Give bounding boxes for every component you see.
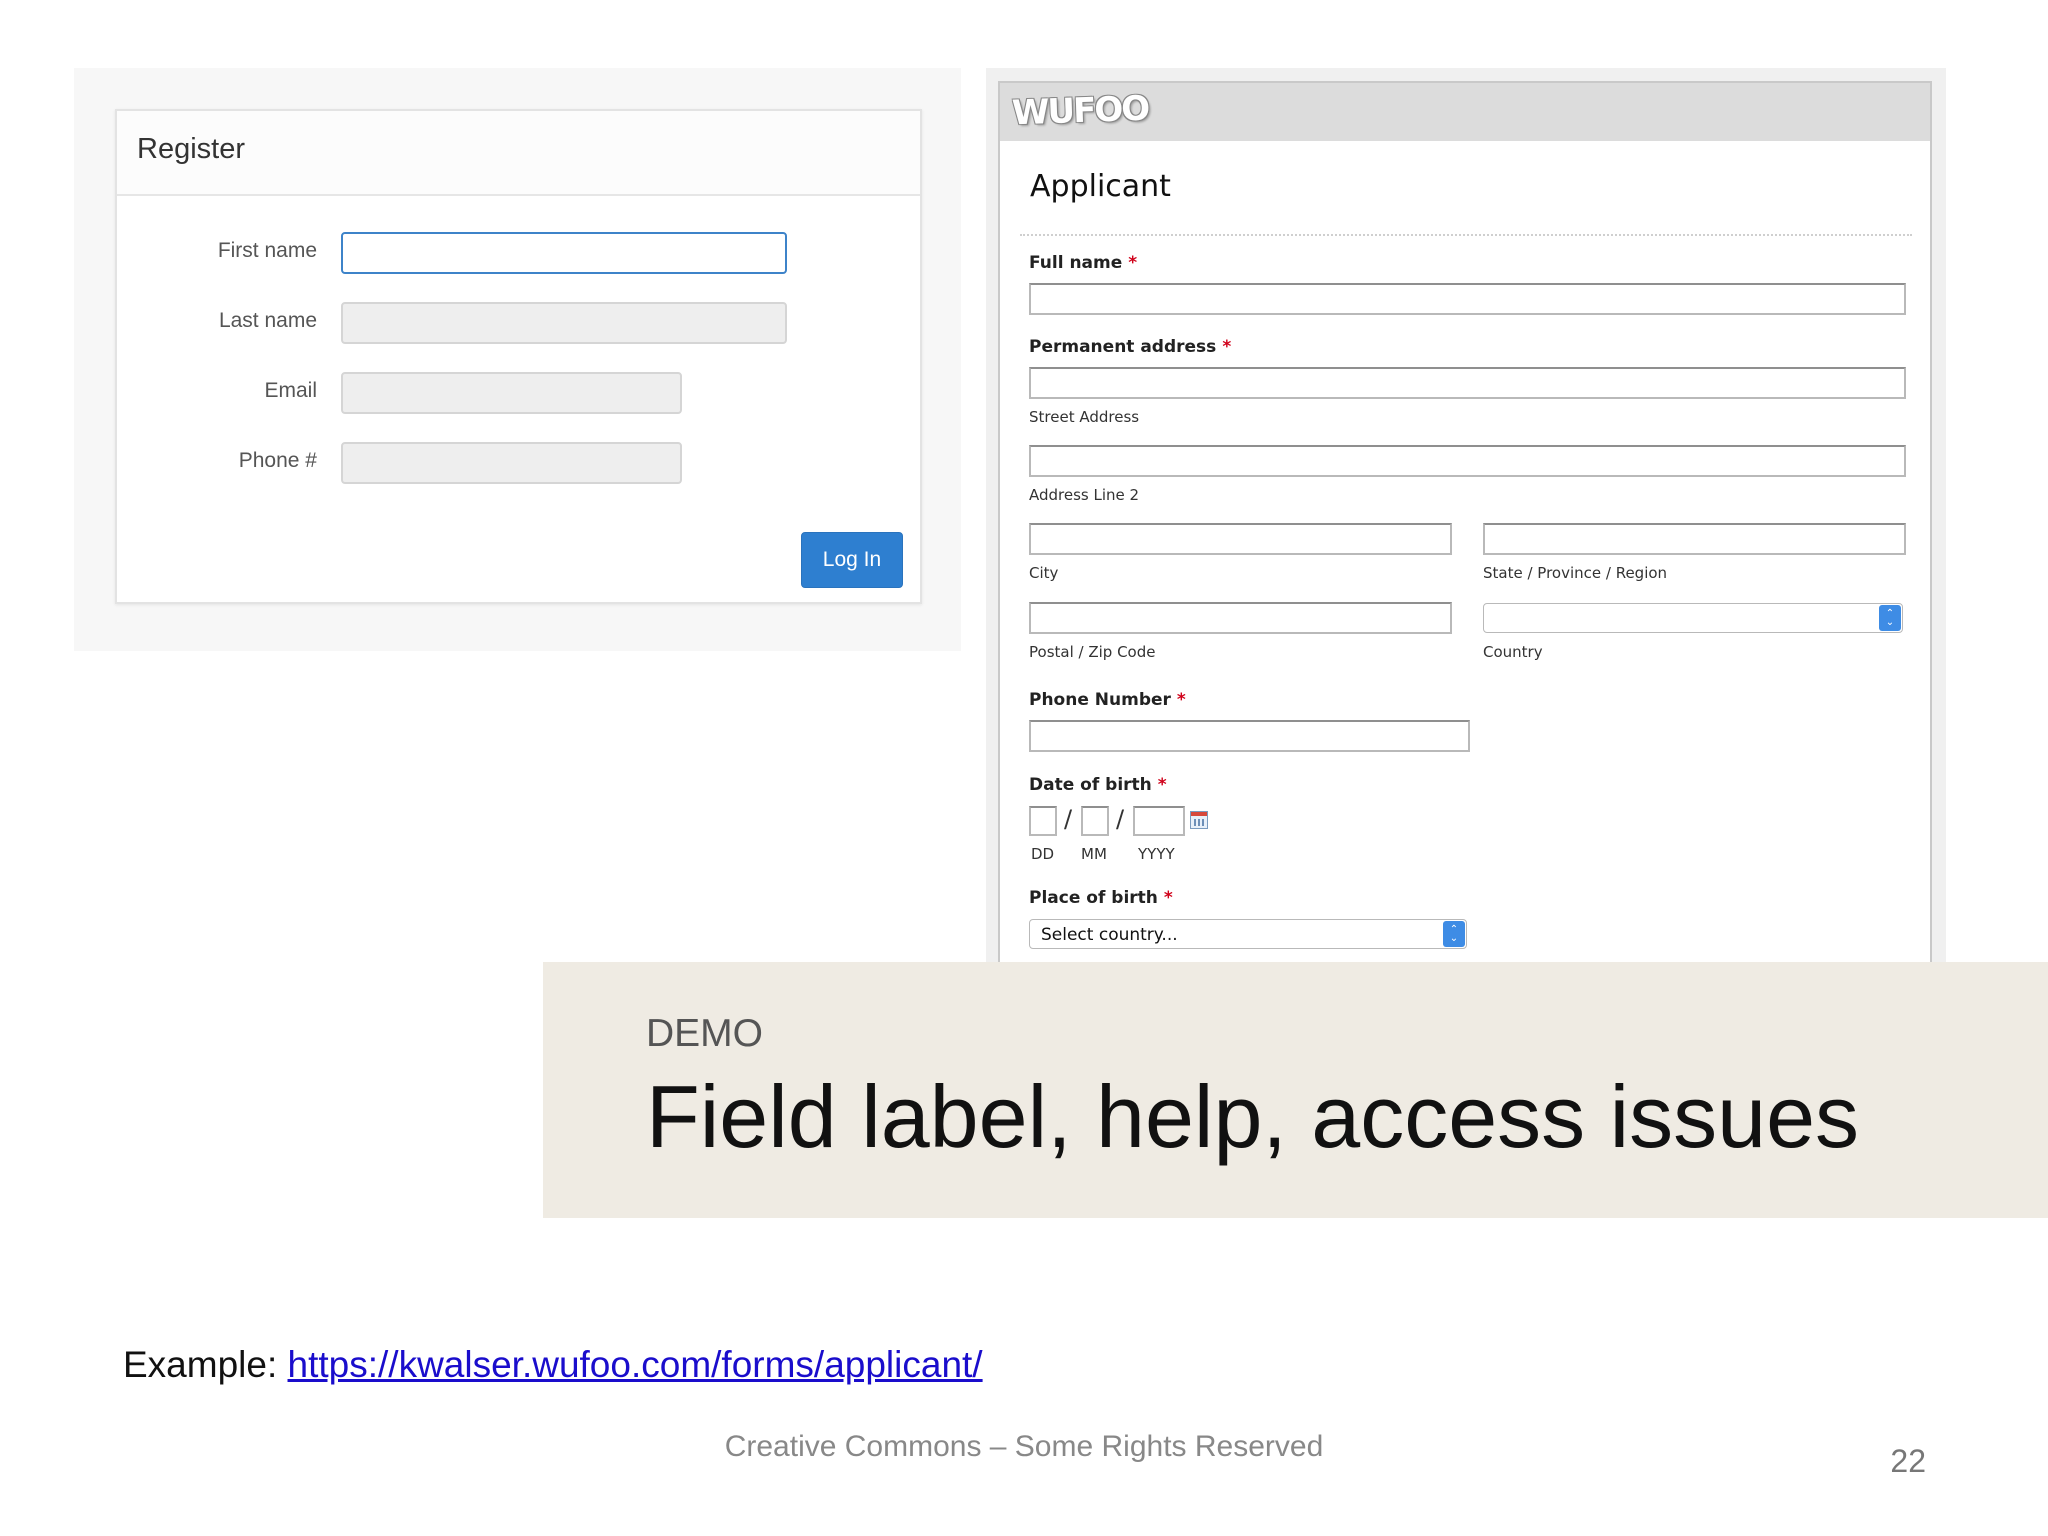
city-input[interactable] [1029,523,1452,555]
country-select[interactable]: ⌃ ⌄ [1483,603,1903,633]
register-card: Register First name Last name Email Phon… [115,109,922,604]
register-title: Register [137,133,245,165]
wufoo-logo: WUFOO [1011,88,1149,134]
example-line: Example: https://kwalser.wufoo.com/forms… [123,1344,983,1386]
date-of-birth-label: Date of birth * [1029,775,1167,795]
dob-year-input[interactable] [1133,806,1185,836]
last-name-input[interactable] [341,302,787,344]
address-line2-sublabel: Address Line 2 [1029,486,1140,504]
phone-input[interactable] [341,442,682,484]
state-sublabel: State / Province / Region [1483,564,1668,582]
email-label: Email [264,379,317,402]
permanent-address-label: Permanent address * [1029,337,1232,357]
street-address-sublabel: Street Address [1029,408,1140,426]
email-input[interactable] [341,372,682,414]
dob-yyyy-sublabel: YYYY [1138,845,1175,863]
street-address-input[interactable] [1029,367,1906,399]
full-name-input[interactable] [1029,283,1906,315]
last-name-label: Last name [218,309,317,332]
full-name-label: Full name * [1029,253,1138,273]
banner-kicker: DEMO [646,1012,763,1055]
dob-separator: / [1116,805,1125,833]
login-button[interactable]: Log In [801,532,903,588]
wufoo-form-window: WUFOO Applicant Full name * Permanent add… [998,81,1932,981]
phone-label: Phone # [238,449,317,472]
required-marker: * [1157,775,1167,795]
city-sublabel: City [1029,564,1059,582]
dob-separator: / [1064,805,1073,833]
page-number: 22 [1890,1443,1926,1479]
place-of-birth-label: Place of birth * [1029,888,1173,908]
dob-day-input[interactable] [1029,806,1057,836]
phone-number-label: Phone Number * [1029,690,1186,710]
title-divider [1020,234,1912,236]
example-prefix: Example: [123,1344,288,1385]
place-of-birth-select[interactable]: Select country... ⌃ ⌄ [1029,919,1467,949]
select-arrows-icon: ⌃ ⌄ [1443,921,1465,947]
banner-title: Field label, help, access issues [646,1067,1860,1166]
register-header: Register [117,111,920,196]
first-name-label: First name [217,239,317,262]
wufoo-header-bar: WUFOO [1000,83,1930,141]
example-link[interactable]: https://kwalser.wufoo.com/forms/applican… [288,1344,983,1385]
phone-number-input[interactable] [1029,720,1470,752]
creative-commons-credit: Creative Commons – Some Rights Reserved [724,1430,1324,1463]
select-arrows-icon: ⌃ ⌄ [1879,605,1901,631]
postal-code-input[interactable] [1029,602,1452,634]
postal-code-sublabel: Postal / Zip Code [1029,643,1156,661]
required-marker: * [1222,337,1232,357]
required-marker: * [1128,253,1138,273]
dob-month-input[interactable] [1081,806,1109,836]
calendar-icon[interactable] [1190,811,1208,829]
required-marker: * [1176,690,1186,710]
required-marker: * [1163,888,1173,908]
form-title: Applicant [1030,169,1171,204]
place-of-birth-select-value: Select country... [1041,925,1178,945]
address-line2-input[interactable] [1029,445,1906,477]
state-input[interactable] [1483,523,1906,555]
first-name-input[interactable] [341,232,787,274]
dob-mm-sublabel: MM [1081,845,1107,863]
demo-banner: DEMO Field label, help, access issues [543,962,2048,1218]
country-sublabel: Country [1483,643,1543,661]
dob-dd-sublabel: DD [1031,845,1055,863]
